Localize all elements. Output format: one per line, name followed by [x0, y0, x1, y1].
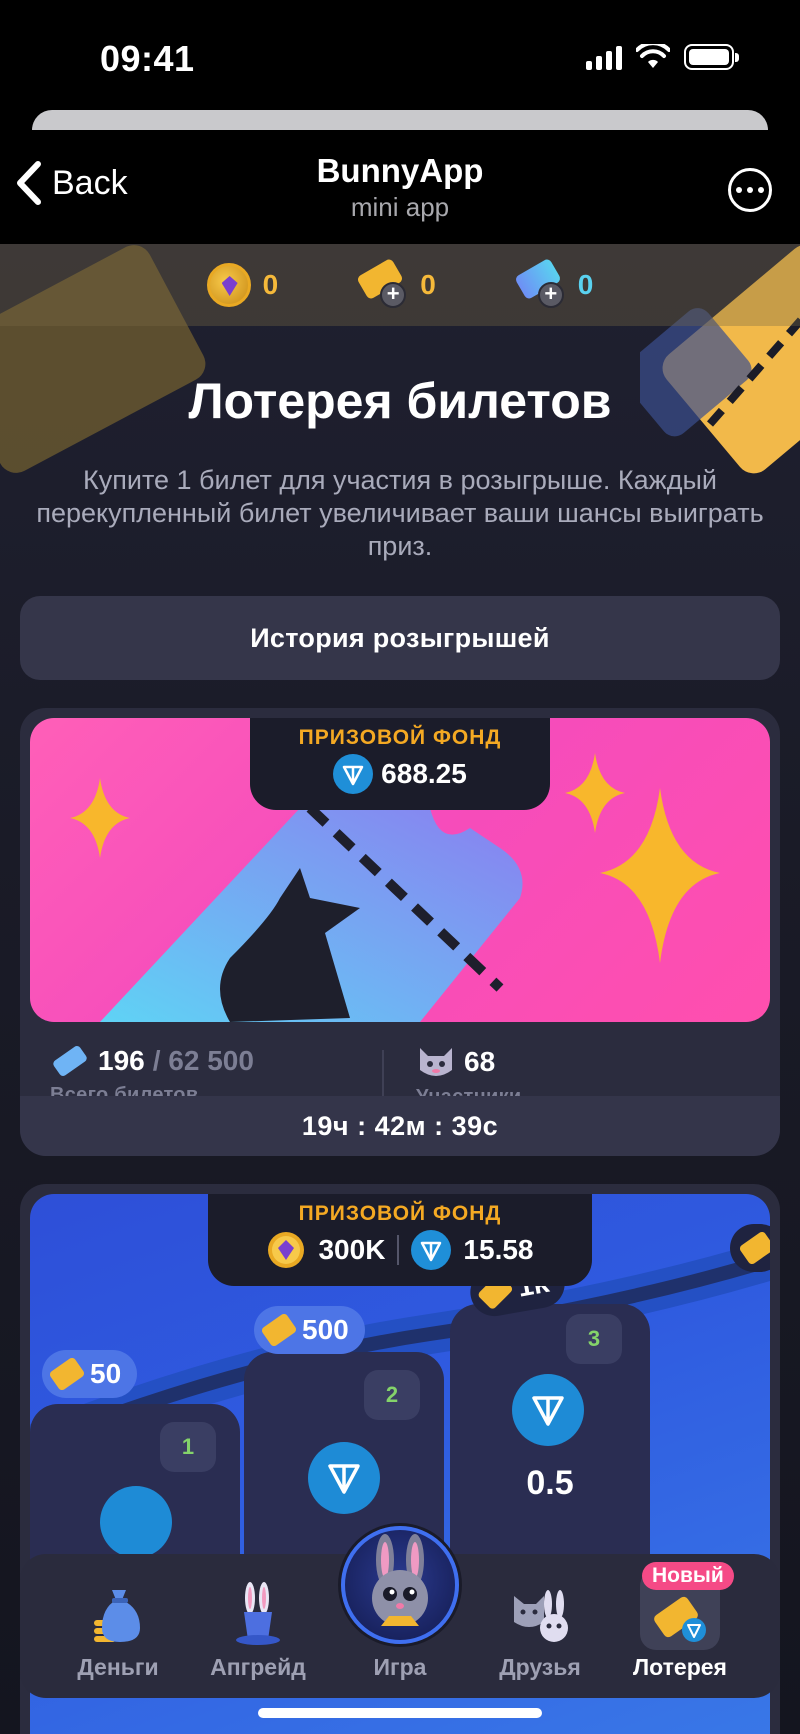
level-reward: 0.5 — [526, 1464, 574, 1502]
tab-upgrade[interactable]: Апгрейд — [188, 1554, 328, 1698]
lottery-card-ton[interactable]: ПРИЗОВОЙ ФОНД 688.25 196 / 62 500 Всего … — [20, 708, 780, 1156]
separator — [397, 1235, 400, 1265]
prize-pool-amount: 688.25 — [381, 758, 467, 789]
tab-money[interactable]: Деньги — [48, 1554, 188, 1698]
level-badge-1: 1 — [160, 1422, 216, 1472]
prize-ton-amount: 15.58 — [463, 1234, 534, 1265]
more-options-button[interactable] — [728, 168, 772, 212]
prize-pool-values: 300K 15.58 — [208, 1230, 592, 1270]
bunny-avatar-icon[interactable] — [341, 1526, 459, 1644]
prize-pool-value: 688.25 — [250, 754, 550, 794]
prize-pool-tab: ПРИЗОВОЙ ФОНД 300K 15.58 — [208, 1194, 592, 1286]
tab-lottery[interactable]: Новый Лотерея — [610, 1554, 750, 1698]
ton-icon — [333, 754, 374, 794]
wifi-icon — [636, 44, 670, 68]
ton-icon — [308, 1442, 380, 1514]
blue-ticket-balance-value: 0 — [577, 269, 594, 300]
countdown-timer: 19ч : 42м : 39с — [20, 1096, 780, 1156]
friends-icon — [514, 1590, 568, 1642]
prize-pool-label: ПРИЗОВОЙ ФОНД — [298, 726, 502, 749]
tab-friends[interactable]: Друзья — [470, 1554, 610, 1698]
coin-balance[interactable]: 0 — [206, 263, 279, 307]
tab-label: Игра — [373, 1654, 427, 1680]
sheet-top-edge — [32, 110, 768, 130]
coin-icon — [268, 1232, 305, 1268]
cat-face-icon — [420, 1048, 452, 1076]
milestone-500: 500 — [254, 1306, 365, 1354]
app-subtitle: mini app — [350, 192, 450, 222]
level-badge-3: 3 — [566, 1314, 622, 1364]
tab-label: Апгрейд — [210, 1654, 306, 1680]
battery-icon — [684, 44, 739, 70]
gold-ticket-icon — [738, 1230, 770, 1266]
lottery-page: 0 + 0 + 0 Лотерея билетов Купите 1 билет… — [0, 244, 800, 1734]
blue-ticket-icon — [53, 1046, 87, 1076]
coin-icon — [206, 263, 251, 307]
blue-ticket-plus-icon: + — [513, 257, 566, 308]
level-badge-2: 2 — [364, 1370, 420, 1420]
tab-label: Друзья — [499, 1654, 581, 1680]
ton-icon — [100, 1486, 172, 1558]
prize-pool-label: ПРИЗОВОЙ ФОНД — [298, 1202, 502, 1225]
milestone-next — [730, 1224, 770, 1272]
prize-pool-tab: ПРИЗОВОЙ ФОНД 688.25 — [250, 718, 550, 810]
balance-bar: 0 + 0 + 0 — [0, 244, 800, 326]
gold-ticket-balance[interactable]: + 0 — [356, 257, 436, 308]
gold-ticket-icon — [48, 1356, 86, 1392]
page-description: Купите 1 билет для участия в розыгрыше. … — [36, 465, 764, 561]
home-indicator — [258, 1708, 542, 1718]
ton-icon — [512, 1374, 584, 1446]
coin-balance-value: 0 — [262, 269, 279, 300]
lottery-ticket-icon — [654, 1596, 706, 1642]
app-title: BunnyApp — [316, 152, 484, 189]
milestone-value: 500 — [302, 1314, 349, 1345]
milestone-value: 50 — [90, 1358, 122, 1389]
gold-ticket-plus-icon: + — [356, 257, 408, 308]
tab-label: Лотерея — [633, 1654, 727, 1680]
status-icons — [586, 44, 739, 70]
prize-coins-amount: 300K — [318, 1234, 386, 1265]
bottom-tab-bar: Деньги Апгрейд Игра Друзья Новый Лотерея — [20, 1526, 780, 1698]
blue-ticket-balance[interactable]: + 0 — [513, 257, 594, 308]
milestone-50: 50 — [42, 1350, 138, 1398]
magic-hat-icon — [236, 1582, 280, 1645]
page-title: Лотерея билетов — [188, 373, 612, 429]
gold-ticket-icon — [260, 1312, 298, 1348]
gold-ticket-balance-value: 0 — [420, 269, 436, 300]
tickets-sold: 196 — [98, 1045, 145, 1076]
participants-count: 68 — [464, 1046, 496, 1077]
signal-icon — [586, 44, 622, 70]
ton-icon — [411, 1230, 452, 1270]
nav-header: Back BunnyApp mini app — [0, 130, 800, 244]
status-bar: 09:41 — [0, 0, 800, 110]
draw-history-button[interactable]: История розыгрышей — [20, 596, 780, 680]
money-bag-icon — [94, 1590, 140, 1642]
tab-label: Деньги — [77, 1654, 159, 1680]
new-badge: Новый — [642, 1562, 734, 1590]
tickets-total: / 62 500 — [152, 1045, 254, 1076]
status-time: 09:41 — [100, 38, 195, 79]
